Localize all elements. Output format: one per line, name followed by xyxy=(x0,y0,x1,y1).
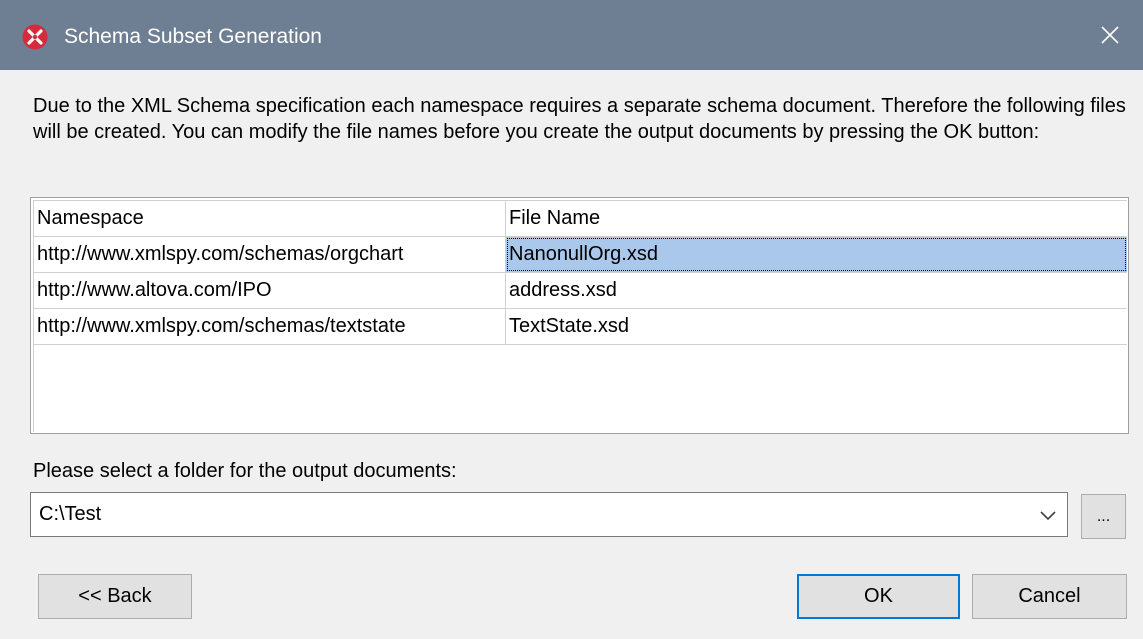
chevron-down-icon[interactable] xyxy=(1039,506,1057,524)
namespace-file-grid[interactable]: Namespace File Name http://www.xmlspy.co… xyxy=(30,197,1129,434)
file-name-cell[interactable]: NanonullOrg.xsd xyxy=(506,237,1127,272)
schema-subset-dialog: Schema Subset Generation Due to the XML … xyxy=(0,0,1143,639)
namespace-cell: http://www.altova.com/IPO xyxy=(34,273,506,308)
close-button[interactable] xyxy=(1077,0,1143,70)
table-row[interactable]: http://www.xmlspy.com/schemas/orgchart N… xyxy=(34,237,1127,273)
window-title: Schema Subset Generation xyxy=(64,25,322,48)
folder-label: Please select a folder for the output do… xyxy=(33,460,457,482)
namespace-cell: http://www.xmlspy.com/schemas/orgchart xyxy=(34,237,506,272)
column-header-namespace: Namespace xyxy=(34,201,506,236)
browse-folder-button[interactable]: ... xyxy=(1081,494,1126,539)
table-row[interactable]: http://www.xmlspy.com/schemas/textstate … xyxy=(34,309,1127,345)
output-folder-combobox[interactable]: C:\Test xyxy=(30,492,1068,537)
title-bar: Schema Subset Generation xyxy=(0,0,1143,70)
ok-button[interactable]: OK xyxy=(797,574,960,619)
output-folder-value: C:\Test xyxy=(39,503,102,525)
close-icon xyxy=(1101,26,1119,44)
table-row[interactable]: http://www.altova.com/IPO address.xsd xyxy=(34,273,1127,309)
column-header-file-name: File Name xyxy=(509,207,601,229)
back-button[interactable]: << Back xyxy=(38,574,192,619)
file-name-cell[interactable]: TextState.xsd xyxy=(506,309,1127,344)
file-name-cell[interactable]: address.xsd xyxy=(506,273,1127,308)
namespace-cell: http://www.xmlspy.com/schemas/textstate xyxy=(34,309,506,344)
grid-header-row: Namespace File Name xyxy=(34,201,1127,237)
cancel-button[interactable]: Cancel xyxy=(972,574,1127,619)
description-text: Due to the XML Schema specification each… xyxy=(33,95,1126,143)
altova-app-icon xyxy=(22,24,48,50)
